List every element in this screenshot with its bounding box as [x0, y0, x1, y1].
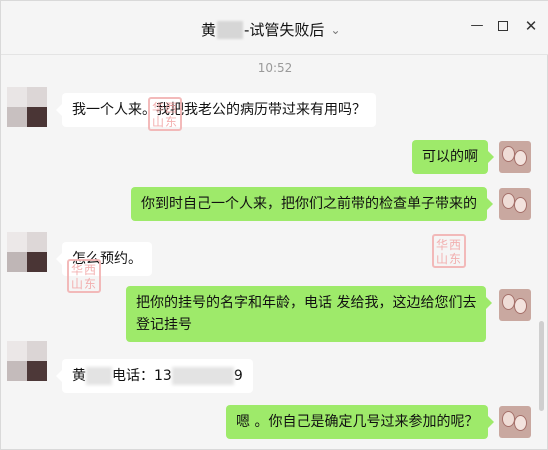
avatar[interactable]: [7, 232, 47, 272]
watermark-line: 山东: [151, 115, 178, 129]
watermark-line: 山东: [435, 252, 462, 266]
message-text: 嗯 。你自己是确定几号过来参加的呢？: [236, 414, 479, 430]
avatar[interactable]: [7, 87, 47, 127]
chevron-down-icon[interactable]: ⌄: [330, 23, 340, 37]
redacted-phone: [171, 367, 234, 385]
avatar[interactable]: [7, 341, 47, 381]
title-bar: 黄 -试管失败后 ⌄ — ✕: [1, 1, 548, 55]
minimize-icon[interactable]: —: [468, 17, 486, 35]
message-text-line: 登记挂号: [136, 317, 192, 333]
message-timestamp: 10:52: [257, 61, 293, 75]
message-text: 黄: [72, 368, 86, 384]
scrollbar[interactable]: [539, 321, 544, 411]
message-bubble[interactable]: 把你的挂号的名字和年龄，电话 发给我，这边给您们去 登记挂号: [126, 286, 493, 342]
redacted-name: [217, 20, 244, 39]
watermark-line: 华西: [151, 101, 178, 115]
watermark-line: 山东: [70, 277, 97, 291]
message-bubble[interactable]: 可以的啊: [412, 140, 494, 174]
avatar[interactable]: [499, 289, 531, 321]
message-bubble[interactable]: 黄 电话：13 9: [56, 359, 253, 393]
avatar[interactable]: [499, 141, 531, 173]
avatar[interactable]: [499, 188, 531, 220]
message-text: 你到时自己一个人来，把你们之前带的检查单子带来的: [141, 196, 477, 212]
chat-title-suffix: -试管失败后: [244, 21, 325, 39]
message-bubble[interactable]: 嗯 。你自己是确定几号过来参加的呢？: [226, 405, 495, 439]
message-bubble[interactable]: 我一个人来。我把我老公的病历带过来有用吗？: [56, 93, 376, 127]
message-text: 我一个人来。我把我老公的病历带过来有用吗？: [72, 102, 366, 118]
chat-title[interactable]: 黄 -试管失败后 ⌄: [201, 19, 341, 40]
watermark-stamp: 华西 山东: [148, 97, 182, 131]
watermark-line: 华西: [435, 238, 462, 252]
message-text: 电话：13: [112, 368, 172, 384]
chat-window: 黄 -试管失败后 ⌄ — ✕ 10:52 我一个人来。我把我老公的病历带过来有用…: [0, 0, 548, 450]
avatar[interactable]: [499, 406, 531, 438]
chat-title-prefix: 黄: [201, 21, 217, 39]
watermark-stamp: 华西 山东: [432, 234, 466, 268]
watermark-line: 华西: [70, 263, 97, 277]
close-icon[interactable]: ✕: [522, 17, 540, 35]
message-text-line: 把你的挂号的名字和年龄，电话 发给我，这边给您们去: [136, 295, 477, 311]
message-bubble[interactable]: 你到时自己一个人来，把你们之前带的检查单子带来的: [131, 187, 493, 221]
redacted-name: [86, 367, 112, 385]
message-text: 可以的啊: [422, 149, 478, 165]
maximize-icon[interactable]: [494, 17, 512, 35]
message-text: 9: [233, 368, 243, 384]
watermark-stamp: 华西 山东: [67, 259, 101, 293]
